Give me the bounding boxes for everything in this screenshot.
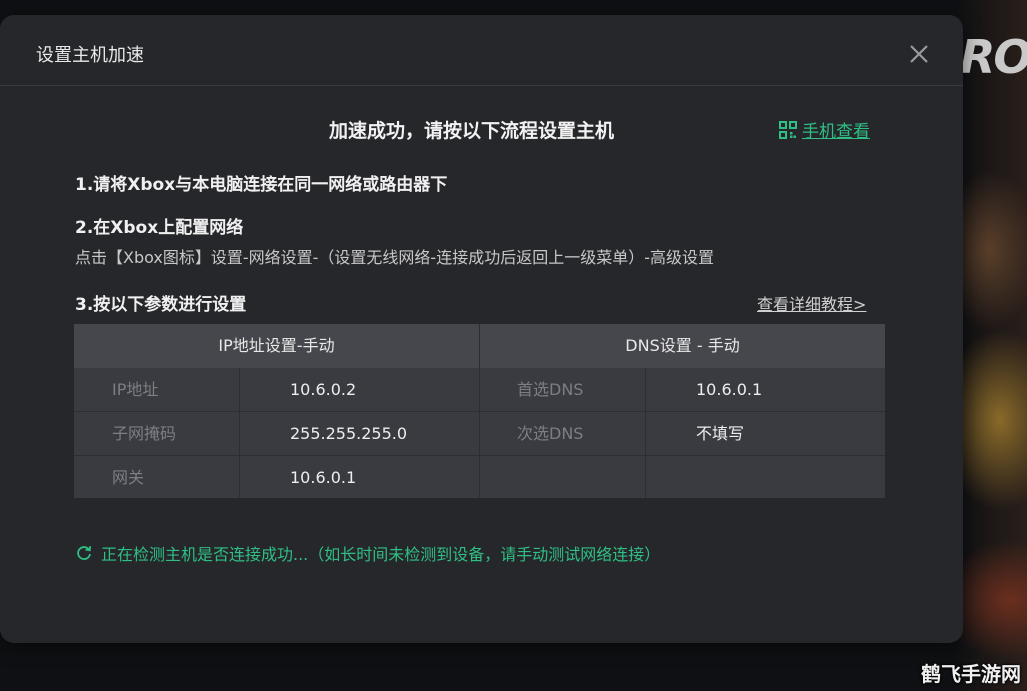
dialog-title: 设置主机加速 [36, 45, 144, 66]
status-text: 正在检测主机是否连接成功...（如长时间未检测到设备，请手动测试网络连接） [101, 545, 661, 564]
subnet-mask-value: 255.255.255.0 [290, 424, 408, 443]
connection-status: 正在检测主机是否连接成功...（如长时间未检测到设备，请手动测试网络连接） [75, 541, 660, 565]
secondary-dns-value: 不填写 [696, 424, 745, 443]
phone-view-label: 手机查看 [802, 122, 870, 142]
network-params-table: IP地址设置-手动 DNS设置 - 手动 IP地址 10.6.0.2 子网掩码 … [74, 324, 885, 498]
ip-address-value: 10.6.0.2 [290, 380, 357, 399]
phone-view-link[interactable]: 手机查看 [779, 117, 870, 142]
table-divider [645, 368, 646, 498]
qr-code-icon [779, 120, 797, 139]
refresh-icon [77, 546, 92, 560]
step-3-text: 3.按以下参数进行设置 [75, 295, 247, 315]
table-divider [74, 455, 885, 456]
secondary-dns-label: 次选DNS [517, 424, 584, 443]
step-2-description: 点击【Xbox图标】设置-网络设置-（设置无线网络-连接成功后返回上一级菜单）-… [75, 248, 714, 267]
gateway-label: 网关 [112, 468, 145, 487]
dialog-header: 设置主机加速 [0, 15, 963, 86]
primary-dns-label: 首选DNS [517, 380, 584, 399]
step-2-text: 2.在Xbox上配置网络 [75, 218, 244, 238]
gateway-value: 10.6.0.1 [290, 468, 357, 487]
background-game-logo: RO [960, 30, 1027, 84]
detailed-tutorial-link[interactable]: 查看详细教程> [757, 291, 866, 315]
ip-settings-header: IP地址设置-手动 [218, 336, 335, 355]
close-icon [910, 45, 928, 63]
step-1-text: 1.请将Xbox与本电脑连接在同一网络或路由器下 [75, 175, 448, 195]
table-divider [74, 411, 885, 412]
ip-address-label: IP地址 [112, 380, 159, 399]
site-watermark: 鹤飞手游网 [921, 662, 1021, 686]
table-divider [239, 368, 240, 498]
close-button[interactable] [904, 39, 934, 69]
subnet-mask-label: 子网掩码 [112, 424, 177, 443]
primary-dns-value: 10.6.0.1 [696, 380, 763, 399]
accelerate-host-dialog: 设置主机加速 加速成功，请按以下流程设置主机 手机查看 1.请将Xbox与本电脑… [0, 15, 963, 643]
dns-settings-header: DNS设置 - 手动 [625, 336, 740, 355]
